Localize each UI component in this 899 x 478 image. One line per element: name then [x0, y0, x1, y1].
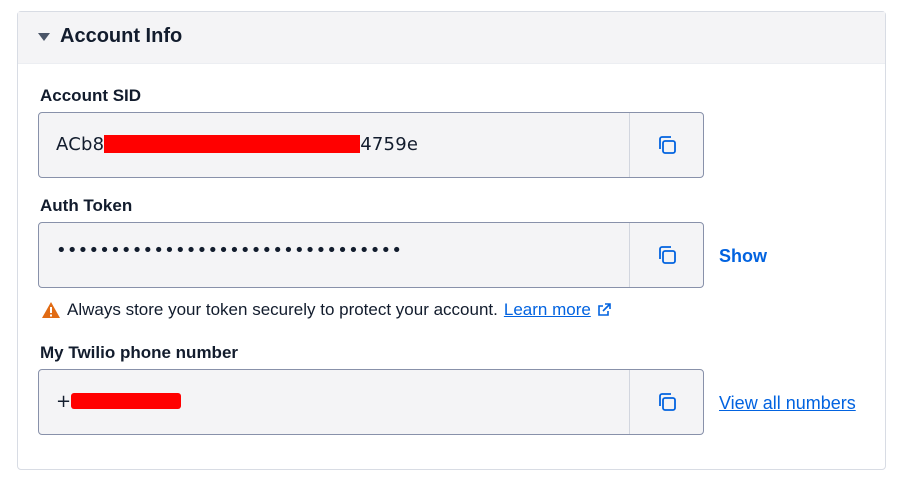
account-info-card: Account Info Account SID ACb8 4759e Auth … — [17, 11, 886, 470]
external-link-icon[interactable] — [596, 302, 612, 318]
warning-triangle-icon — [42, 302, 60, 318]
phone-number-label: My Twilio phone number — [40, 343, 239, 362]
token-warning: Always store your token securely to prot… — [41, 300, 612, 320]
redaction-bar — [71, 392, 182, 409]
caret-down-icon[interactable] — [38, 33, 50, 41]
auth-token-field[interactable]: •••••••••••••••••••••••••••••••• — [38, 222, 704, 288]
account-sid-suffix: 4759e — [360, 134, 419, 155]
copy-phone-number-button[interactable] — [630, 370, 703, 434]
section-title: Account Info — [60, 25, 183, 47]
copy-auth-token-button[interactable] — [630, 223, 703, 287]
auth-token-label: Auth Token — [40, 196, 133, 215]
phone-number-field[interactable]: + — [38, 369, 704, 435]
phone-prefix: + — [56, 391, 72, 412]
copy-icon — [658, 393, 676, 411]
account-info-header[interactable]: Account Info — [18, 12, 885, 64]
show-token-link[interactable]: Show — [719, 246, 767, 267]
view-all-numbers-link[interactable]: View all numbers — [719, 393, 856, 414]
copy-account-sid-button[interactable] — [630, 113, 703, 177]
learn-more-link[interactable]: Learn more — [504, 300, 591, 320]
copy-icon — [658, 246, 676, 264]
account-sid-prefix: ACb8 — [56, 134, 105, 155]
account-sid-field[interactable]: ACb8 4759e — [38, 112, 704, 178]
redaction-bar — [104, 134, 361, 153]
account-sid-label: Account SID — [40, 86, 142, 105]
phone-number-value[interactable]: + — [56, 391, 182, 412]
auth-token-masked-value[interactable]: •••••••••••••••••••••••••••••••• — [56, 240, 402, 261]
account-sid-value[interactable]: ACb8 4759e — [56, 134, 418, 155]
warning-text: Always store your token securely to prot… — [67, 300, 498, 319]
copy-icon — [658, 136, 676, 154]
learn-more-label: Learn more — [503, 300, 591, 319]
